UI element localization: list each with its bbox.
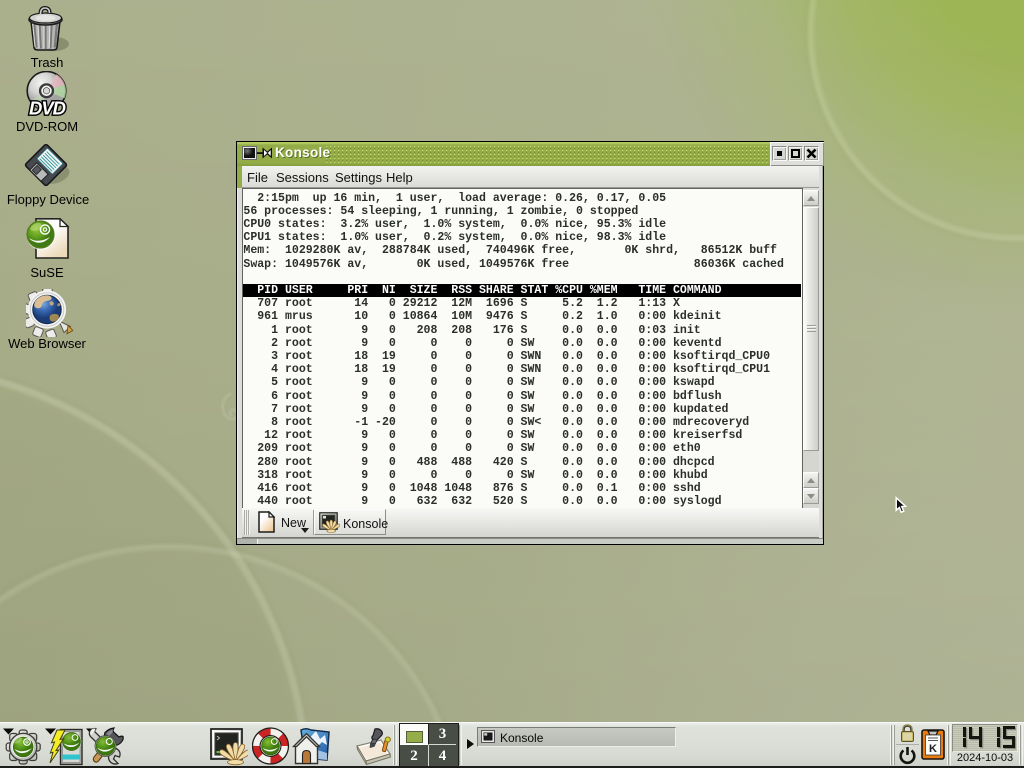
svg-text:DVD: DVD	[29, 98, 66, 119]
svg-text:K: K	[929, 743, 937, 755]
